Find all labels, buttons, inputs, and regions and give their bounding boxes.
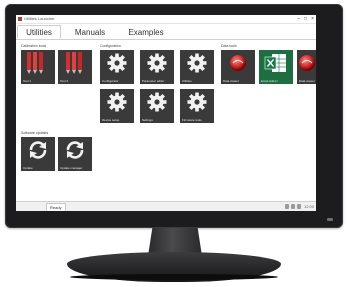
tile-excel-addin[interactable]: Excel Add-in xyxy=(259,50,293,84)
sync-icon xyxy=(29,141,47,159)
window-title: Utilities Launcher xyxy=(24,16,55,21)
maximize-button[interactable]: □ xyxy=(304,16,307,22)
tile-update[interactable]: Update xyxy=(21,137,55,171)
tile-caption: Utilities xyxy=(182,78,192,83)
tile-parameter-editor[interactable]: Parameter editor xyxy=(140,50,174,84)
red-orb-icon xyxy=(299,55,315,71)
minimize-button[interactable]: – xyxy=(297,16,300,22)
red-pins-icon xyxy=(27,52,43,74)
tile-configurator[interactable]: Configurator xyxy=(100,50,134,84)
status-bar: Ready 12:00 xyxy=(16,201,316,211)
group-label-software-updates: Software updates xyxy=(21,131,49,135)
tile-caption: Configurator xyxy=(102,78,119,83)
tile-caption: Update xyxy=(23,165,33,170)
tile-caption: Excel Add-in xyxy=(261,78,278,83)
tile-caption: Data viewer xyxy=(223,78,239,83)
tile-caption: Data viewer xyxy=(299,78,315,83)
tile-device-setup[interactable]: Device setup xyxy=(100,89,134,123)
tray-icon[interactable] xyxy=(284,204,289,209)
gear-icon xyxy=(147,92,167,112)
tile-update-manager[interactable]: Update manager xyxy=(58,137,92,171)
tray-icon[interactable] xyxy=(296,204,301,209)
tile-caption: Settings xyxy=(142,117,153,122)
gear-icon xyxy=(187,92,207,112)
tile-data-viewer-1[interactable]: Data viewer xyxy=(221,50,255,84)
close-button[interactable]: × xyxy=(311,16,314,22)
tray-clock: 12:00 xyxy=(303,204,314,209)
tile-data-viewer-2[interactable]: Data viewer xyxy=(297,50,316,84)
tray-icon[interactable] xyxy=(290,204,295,209)
group-label-data-tools: Data tools xyxy=(221,44,237,48)
tile-firmware-tools[interactable]: Firmware tools xyxy=(180,89,214,123)
system-tray: 12:00 xyxy=(284,204,314,209)
sync-icon xyxy=(66,141,84,159)
monitor-stand-rim xyxy=(70,274,278,280)
power-led xyxy=(327,218,333,221)
tile-tool-1[interactable]: Tool 1 xyxy=(21,50,55,84)
tile-caption: Update manager xyxy=(60,165,83,170)
tile-tool-2[interactable]: Tool 2 xyxy=(58,50,92,84)
tab-bar: Utilities Manuals Examples xyxy=(16,24,316,40)
window-controls: – □ × xyxy=(297,16,314,22)
tab-utilities[interactable]: Utilities xyxy=(17,25,61,39)
gear-icon xyxy=(107,92,127,112)
tile-caption: Firmware tools xyxy=(182,117,202,122)
group-label-calibration: Calibration tools xyxy=(21,44,47,48)
tile-utilities[interactable]: Utilities xyxy=(180,50,214,84)
gear-icon xyxy=(147,53,167,73)
monitor-bezel: Utilities Launcher – □ × Utilities Manua… xyxy=(5,4,343,228)
tab-examples[interactable]: Examples xyxy=(116,25,176,39)
excel-icon xyxy=(264,54,286,72)
gear-icon xyxy=(187,53,207,73)
tile-caption: Tool 2 xyxy=(60,78,69,83)
tile-caption: Tool 1 xyxy=(23,78,32,83)
tile-caption: Device setup xyxy=(102,117,120,122)
status-tab[interactable]: Ready xyxy=(46,203,66,211)
monitor-screen: Utilities Launcher – □ × Utilities Manua… xyxy=(16,15,316,211)
group-label-configuration: Configuration xyxy=(100,44,121,48)
title-bar: Utilities Launcher – □ × xyxy=(16,15,316,24)
app-icon xyxy=(18,17,22,21)
red-orb-icon xyxy=(230,55,246,71)
red-pins-icon xyxy=(66,52,82,74)
tab-manuals[interactable]: Manuals xyxy=(67,25,113,39)
tile-settings[interactable]: Settings xyxy=(140,89,174,123)
gear-icon xyxy=(107,53,127,73)
tile-caption: Parameter editor xyxy=(142,78,165,83)
